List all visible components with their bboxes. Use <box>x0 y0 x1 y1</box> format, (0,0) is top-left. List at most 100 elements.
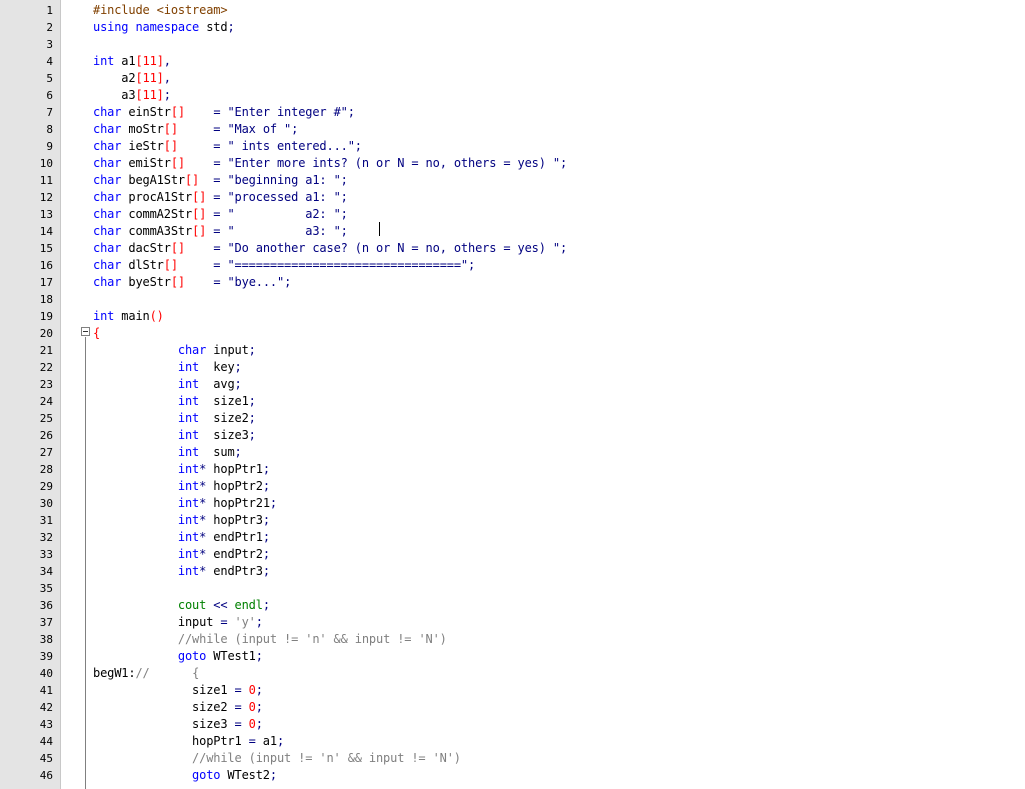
code-line[interactable]: 46 goto WTest2; <box>0 767 1025 784</box>
line-number: 28 <box>39 463 53 476</box>
line-code: hopPtr1 = a1; <box>93 733 284 750</box>
code-line[interactable]: 43 size3 = 0; <box>0 716 1025 733</box>
code-token: WTest2 <box>220 768 270 782</box>
code-line[interactable]: 17 char byeStr[] = "bye..."; <box>0 274 1025 291</box>
line-number: 12 <box>39 191 53 204</box>
code-line[interactable]: 9 char ieStr[] = " ints entered..."; <box>0 138 1025 155</box>
code-line[interactable]: 14 char commA3Str[] = " a3: "; <box>0 223 1025 240</box>
code-token: ; <box>262 513 270 527</box>
line-code: //while (input != 'n' && input != 'N') <box>93 631 447 648</box>
line-code: char input; <box>93 342 256 359</box>
code-line[interactable]: 10 char emiStr[] = "Enter more ints? (n o… <box>0 155 1025 172</box>
code-line[interactable]: 42 size2 = 0; <box>0 699 1025 716</box>
code-line[interactable]: 4 int a1[11], <box>0 53 1025 70</box>
code-line[interactable]: 31 int* hopPtr3; <box>0 512 1025 529</box>
code-line[interactable]: 33 int* endPtr2; <box>0 546 1025 563</box>
line-number: 9 <box>46 140 53 153</box>
code-line[interactable]: 34 int* endPtr3; <box>0 563 1025 580</box>
line-code: char dlStr[] = "========================… <box>93 257 475 274</box>
code-line[interactable]: 41 size1 = 0; <box>0 682 1025 699</box>
code-token: key <box>199 360 235 374</box>
code-line[interactable]: 16 char dlStr[] = "======================… <box>0 257 1025 274</box>
line-number: 21 <box>39 344 53 357</box>
code-token: WTest1 <box>206 649 256 663</box>
line-number: 5 <box>46 72 53 85</box>
code-line[interactable]: 11 char begA1Str[] = "beginning a1: "; <box>0 172 1025 189</box>
code-token: byeStr <box>121 275 171 289</box>
code-line[interactable]: 25 int size2; <box>0 410 1025 427</box>
code-line[interactable]: 5 a2[11], <box>0 70 1025 87</box>
line-code: //while (input != 'n' && input != 'N') <box>93 750 461 767</box>
code-token: [] <box>163 258 178 272</box>
code-line[interactable]: 26 int size3; <box>0 427 1025 444</box>
code-token: begA1Str <box>121 173 185 187</box>
code-line[interactable]: 35 <box>0 580 1025 597</box>
line-number: 42 <box>39 701 53 714</box>
code-token: char <box>93 207 122 221</box>
line-number: 11 <box>39 174 53 187</box>
line-code: char begA1Str[] = "beginning a1: "; <box>93 172 348 189</box>
code-line[interactable]: 28 int* hopPtr1; <box>0 461 1025 478</box>
code-token: a1 <box>255 734 277 748</box>
code-line[interactable]: 39 goto WTest1; <box>0 648 1025 665</box>
code-line[interactable]: 1 #include <iostream> <box>0 2 1025 19</box>
code-line[interactable]: 27 int sum; <box>0 444 1025 461</box>
code-token: ; <box>262 564 270 578</box>
line-code: int a1[11], <box>93 53 171 70</box>
code-token: <iostream> <box>156 3 228 17</box>
code-line[interactable]: 8 char moStr[] = "Max of "; <box>0 121 1025 138</box>
code-text-area[interactable]: 1 #include <iostream> 2 using namespace std… <box>0 0 1025 784</box>
line-code: char einStr[] = "Enter integer #"; <box>93 104 355 121</box>
code-line[interactable]: 13 char commA2Str[] = " a2: "; <box>0 206 1025 223</box>
code-line[interactable]: 44 hopPtr1 = a1; <box>0 733 1025 750</box>
line-code: int* hopPtr1; <box>93 461 270 478</box>
code-line[interactable]: 37 input = 'y'; <box>0 614 1025 631</box>
code-token: endPtr2 <box>206 547 263 561</box>
code-line[interactable]: 30 int* hopPtr21; <box>0 495 1025 512</box>
code-token: ; <box>340 224 348 238</box>
code-line[interactable]: 7 char einStr[] = "Enter integer #"; <box>0 104 1025 121</box>
code-line[interactable]: 36 cout << endl; <box>0 597 1025 614</box>
code-line[interactable]: 2 using namespace std; <box>0 19 1025 36</box>
code-line[interactable]: 22 int key; <box>0 359 1025 376</box>
code-token: [] <box>170 105 185 119</box>
code-token: size1 <box>93 683 235 697</box>
text-caret <box>379 222 380 236</box>
line-number: 43 <box>39 718 53 731</box>
code-line[interactable]: 24 int size1; <box>0 393 1025 410</box>
line-number: 44 <box>39 735 53 748</box>
code-line[interactable]: 45 //while (input != 'n' && input != 'N'… <box>0 750 1025 767</box>
code-token: ; <box>284 275 292 289</box>
code-token: procA1Str <box>121 190 193 204</box>
code-line[interactable]: 29 int* hopPtr2; <box>0 478 1025 495</box>
code-line[interactable]: 32 int* endPtr1; <box>0 529 1025 546</box>
code-token: { <box>192 666 200 680</box>
code-line[interactable]: 15 char dacStr[] = "Do another case? (n o… <box>0 240 1025 257</box>
code-line[interactable]: 38 //while (input != 'n' && input != 'N'… <box>0 631 1025 648</box>
code-token: ; <box>276 734 285 748</box>
code-line[interactable]: 12 char procA1Str[] = "processed a1: "; <box>0 189 1025 206</box>
code-line[interactable]: 20 { <box>0 325 1025 342</box>
line-number: 37 <box>39 616 53 629</box>
code-token: ; <box>248 343 256 357</box>
code-line[interactable]: 18 <box>0 291 1025 308</box>
code-token: ; <box>269 768 277 782</box>
code-line[interactable]: 6 a3[11]; <box>0 87 1025 104</box>
code-token: a2 <box>93 71 136 85</box>
code-token: int <box>177 377 200 391</box>
code-token: int <box>177 445 200 459</box>
code-editor[interactable]: 1 #include <iostream> 2 using namespace std… <box>0 0 1025 789</box>
line-code: int size2; <box>93 410 256 427</box>
code-line[interactable]: 21 char input; <box>0 342 1025 359</box>
code-line[interactable]: 3 <box>0 36 1025 53</box>
code-line[interactable]: 19 int main() <box>0 308 1025 325</box>
code-line[interactable]: 23 int avg; <box>0 376 1025 393</box>
line-number: 23 <box>39 378 53 391</box>
code-line[interactable]: 40 begW1:// { <box>0 665 1025 682</box>
code-token: " a3: " <box>220 224 341 238</box>
code-token: ; <box>262 462 270 476</box>
code-token: "================================" <box>220 258 468 272</box>
